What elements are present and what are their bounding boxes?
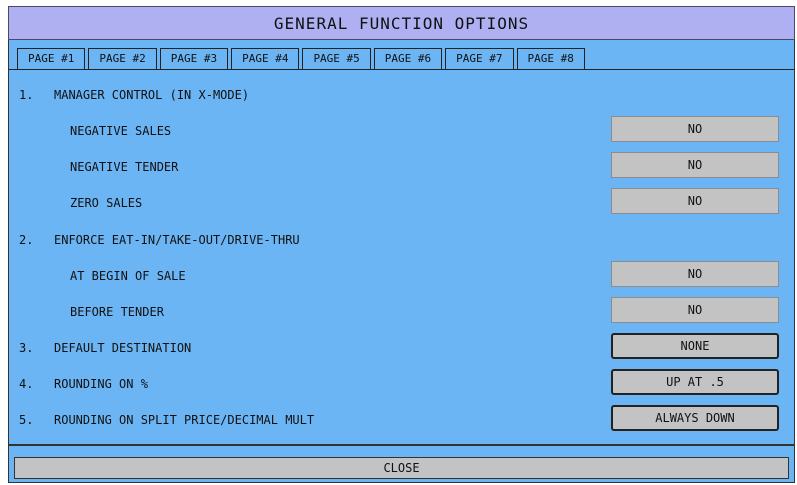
tab-page-7[interactable]: PAGE #7 — [445, 48, 514, 69]
option-label: ZERO SALES — [70, 196, 143, 210]
zero-sales-button[interactable]: NO — [611, 188, 779, 214]
option-number: 5. — [19, 413, 34, 427]
option-number: 3. — [19, 341, 34, 355]
option-row-before-tender: BEFORE TENDER NO — [9, 297, 794, 325]
tab-page-1[interactable]: PAGE #1 — [17, 48, 86, 69]
option-label: NEGATIVE TENDER — [70, 160, 179, 174]
option-label: ROUNDING ON SPLIT PRICE/DECIMAL MULT — [54, 413, 315, 427]
option-row-negative-tender: NEGATIVE TENDER NO — [9, 152, 794, 180]
option-row-rounding-percent: 4. ROUNDING ON % UP AT .5 — [9, 369, 794, 397]
rounding-percent-button[interactable]: UP AT .5 — [611, 369, 779, 395]
begin-of-sale-button[interactable]: NO — [611, 261, 779, 287]
page-tabs: PAGE #1 PAGE #2 PAGE #3 PAGE #4 PAGE #5 … — [17, 48, 588, 70]
option-label: MANAGER CONTROL (IN X-MODE) — [54, 88, 250, 102]
close-button[interactable]: CLOSE — [14, 457, 789, 479]
default-destination-button[interactable]: NONE — [611, 333, 779, 359]
before-tender-button[interactable]: NO — [611, 297, 779, 323]
option-label: DEFAULT DESTINATION — [54, 341, 192, 355]
negative-sales-button[interactable]: NO — [611, 116, 779, 142]
option-label: AT BEGIN OF SALE — [70, 269, 186, 283]
option-number: 2. — [19, 233, 34, 247]
option-row-begin-of-sale: AT BEGIN OF SALE NO — [9, 261, 794, 289]
footer-bar: CLOSE — [8, 445, 795, 483]
option-row-enforce-destination: 2. ENFORCE EAT-IN/TAKE-OUT/DRIVE-THRU — [9, 225, 794, 253]
tab-divider — [9, 69, 794, 70]
tab-page-4[interactable]: PAGE #4 — [231, 48, 300, 69]
option-label: NEGATIVE SALES — [70, 124, 172, 138]
option-label: BEFORE TENDER — [70, 305, 164, 319]
options-panel: PAGE #1 PAGE #2 PAGE #3 PAGE #4 PAGE #5 … — [8, 40, 795, 445]
window-title: GENERAL FUNCTION OPTIONS — [8, 6, 795, 40]
option-row-zero-sales: ZERO SALES NO — [9, 188, 794, 216]
option-row-default-destination: 3. DEFAULT DESTINATION NONE — [9, 333, 794, 361]
tab-page-3[interactable]: PAGE #3 — [159, 48, 229, 69]
option-row-rounding-split-price: 5. ROUNDING ON SPLIT PRICE/DECIMAL MULT … — [9, 405, 794, 433]
option-label: ENFORCE EAT-IN/TAKE-OUT/DRIVE-THRU — [54, 233, 300, 247]
tab-page-8[interactable]: PAGE #8 — [516, 48, 585, 69]
negative-tender-button[interactable]: NO — [611, 152, 779, 178]
option-number: 1. — [19, 88, 34, 102]
tab-page-5[interactable]: PAGE #5 — [302, 48, 371, 69]
option-label: ROUNDING ON % — [54, 377, 148, 391]
option-row-manager-control: 1. MANAGER CONTROL (IN X-MODE) — [9, 80, 794, 108]
tab-page-6[interactable]: PAGE #6 — [373, 48, 443, 69]
option-number: 4. — [19, 377, 34, 391]
tab-page-2[interactable]: PAGE #2 — [88, 48, 157, 69]
option-row-negative-sales: NEGATIVE SALES NO — [9, 116, 794, 144]
rounding-split-price-button[interactable]: ALWAYS DOWN — [611, 405, 779, 431]
